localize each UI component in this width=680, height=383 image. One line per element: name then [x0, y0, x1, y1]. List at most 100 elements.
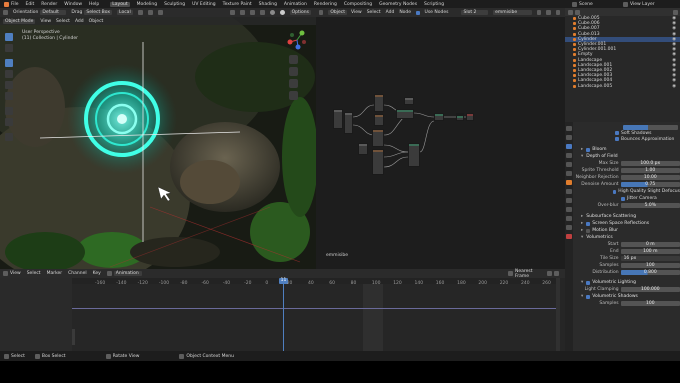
- annotate-tool-icon[interactable]: [5, 107, 13, 115]
- render-tab-icon[interactable]: [566, 135, 572, 140]
- navigation-gizmo[interactable]: [286, 29, 308, 51]
- menu-edit[interactable]: Edit: [26, 2, 35, 7]
- rotate-tool-icon[interactable]: [5, 70, 13, 78]
- node-menu-view[interactable]: View: [351, 10, 362, 15]
- mode-dropdown[interactable]: Object Mode: [3, 18, 36, 24]
- dof-section[interactable]: ▾ Depth of Field: [575, 153, 680, 160]
- image-texture-node-4[interactable]: [372, 149, 384, 175]
- visibility-icon[interactable]: [229, 10, 235, 15]
- over-blur-field[interactable]: 5.0%: [620, 203, 680, 208]
- scene-tab-icon[interactable]: [566, 162, 572, 167]
- pan-hand-icon[interactable]: [289, 67, 298, 76]
- editor-type-icon[interactable]: [3, 10, 8, 15]
- sss-section[interactable]: ▸ Subsurface Scattering: [575, 213, 680, 220]
- image-texture-node-2[interactable]: [374, 114, 384, 126]
- menu-help[interactable]: Help: [89, 2, 99, 7]
- bounces-approx-checkbox[interactable]: [615, 137, 619, 141]
- add-shader-node[interactable]: [434, 113, 444, 121]
- tile-size-dropdown[interactable]: 16 px: [620, 256, 680, 261]
- tab-texture-paint[interactable]: Texture Paint: [223, 2, 252, 7]
- tool-tab-icon[interactable]: [566, 126, 572, 131]
- tab-uv-editing[interactable]: UV Editing: [192, 2, 215, 7]
- modifier-tab-icon[interactable]: [566, 189, 572, 194]
- shader-type-dropdown[interactable]: Object: [328, 10, 348, 15]
- node-menu-node[interactable]: Node: [399, 10, 411, 15]
- select-tool-icon[interactable]: [5, 33, 13, 41]
- view-layer-selector[interactable]: View Layer: [630, 2, 680, 7]
- slot-dropdown[interactable]: Slot 2: [461, 10, 489, 15]
- menu-select[interactable]: Select: [56, 19, 70, 24]
- soft-shadows-checkbox[interactable]: [615, 131, 619, 135]
- ds-keyframe-icon[interactable]: [508, 271, 513, 276]
- constraints-tab-icon[interactable]: [566, 216, 572, 221]
- snap-icon[interactable]: [147, 10, 153, 15]
- max-size-field[interactable]: 100.0 px: [620, 161, 680, 166]
- tab-modeling[interactable]: Modeling: [137, 2, 157, 7]
- data-tab-icon[interactable]: [566, 225, 572, 230]
- physics-tab-icon[interactable]: [566, 207, 572, 212]
- vol-start-field[interactable]: 0 m: [620, 242, 680, 247]
- node-menu-add[interactable]: Add: [386, 10, 395, 15]
- neighbor-rejection-field[interactable]: 10.00: [620, 175, 680, 180]
- camera-view-icon[interactable]: [289, 79, 298, 88]
- world-tab-icon[interactable]: [566, 171, 572, 176]
- tab-compositing[interactable]: Compositing: [344, 2, 372, 7]
- mix-shader-node[interactable]: [396, 109, 414, 119]
- measure-tool-icon[interactable]: [5, 118, 13, 126]
- motion-blur-section[interactable]: ▸ Motion Blur: [575, 227, 680, 234]
- overlay-icon[interactable]: [249, 10, 255, 15]
- shadow-samples-field[interactable]: 100: [620, 301, 680, 306]
- light-clamping-field[interactable]: 100.000: [620, 287, 680, 292]
- outliner-search-icon[interactable]: [575, 9, 580, 15]
- playhead-line[interactable]: [283, 284, 284, 351]
- eye-icon[interactable]: ◉: [672, 84, 676, 89]
- outliner-filter-icon[interactable]: [673, 9, 678, 15]
- shading-solid-icon[interactable]: [269, 10, 275, 15]
- menu-render[interactable]: Render: [41, 2, 57, 7]
- color-ramp-node[interactable]: [358, 143, 368, 155]
- cursor-tool-icon[interactable]: [5, 44, 13, 52]
- fake-user-shield-icon[interactable]: [536, 10, 542, 15]
- high-quality-defocus-checkbox[interactable]: [612, 189, 617, 194]
- distribution-slider[interactable]: 0.800: [620, 270, 680, 275]
- volumetrics-section[interactable]: ▾ Volumetrics: [575, 234, 680, 241]
- node-editor-type-icon[interactable]: [319, 10, 324, 15]
- ssr-section[interactable]: ▸ Screen Space Reflections: [575, 220, 680, 227]
- outliner-type-icon[interactable]: [568, 9, 573, 15]
- nearest-frame-dropdown[interactable]: Nearest Frame: [515, 269, 547, 279]
- principled-bsdf-node[interactable]: [408, 143, 420, 167]
- add-cube-tool-icon[interactable]: [5, 133, 13, 141]
- ds-interp-icon[interactable]: [554, 271, 559, 276]
- perspective-grid-icon[interactable]: [289, 91, 298, 100]
- node-menu-select[interactable]: Select: [367, 10, 381, 15]
- tab-geometry-nodes[interactable]: Geometry Nodes: [379, 2, 417, 7]
- ds-menu-marker[interactable]: Marker: [47, 271, 63, 276]
- particles-tab-icon[interactable]: [566, 198, 572, 203]
- texture-coordinate-node[interactable]: [333, 109, 343, 129]
- outliner-item[interactable]: Landscape.005 ◉: [565, 83, 680, 89]
- scale-tool-icon[interactable]: [5, 81, 13, 89]
- emission-node[interactable]: [456, 115, 464, 121]
- transform-tool-icon[interactable]: [5, 92, 13, 100]
- transform-orientation-dropdown[interactable]: Local: [117, 10, 133, 15]
- pivot-icon[interactable]: [137, 10, 143, 15]
- dope-sheet-type-icon[interactable]: [3, 271, 8, 276]
- denoise-amount-slider[interactable]: 0.75: [620, 182, 680, 187]
- vol-shadows-section[interactable]: ▾ Volumetric Shadows: [575, 293, 680, 300]
- menu-file[interactable]: File: [11, 2, 19, 7]
- tab-animation[interactable]: Animation: [284, 2, 307, 7]
- image-texture-node-1[interactable]: [374, 94, 384, 112]
- new-material-icon[interactable]: [546, 10, 551, 15]
- options-dropdown[interactable]: Options: [289, 10, 311, 15]
- node-editor[interactable]: emmisibe: [316, 17, 565, 269]
- drag-dropdown[interactable]: Select Box: [84, 10, 113, 15]
- ds-menu-key[interactable]: Key: [93, 271, 101, 276]
- tab-layout[interactable]: Layout: [110, 1, 130, 7]
- ds-scrollbar[interactable]: [556, 278, 560, 351]
- ds-filter-icon[interactable]: [547, 271, 552, 276]
- jitter-camera-checkbox[interactable]: [621, 196, 625, 201]
- image-texture-node-3[interactable]: [372, 129, 384, 147]
- tab-sculpting[interactable]: Sculpting: [164, 2, 185, 7]
- ds-menu-channel[interactable]: Channel: [68, 271, 86, 276]
- vol-end-field[interactable]: 100 m: [620, 249, 680, 254]
